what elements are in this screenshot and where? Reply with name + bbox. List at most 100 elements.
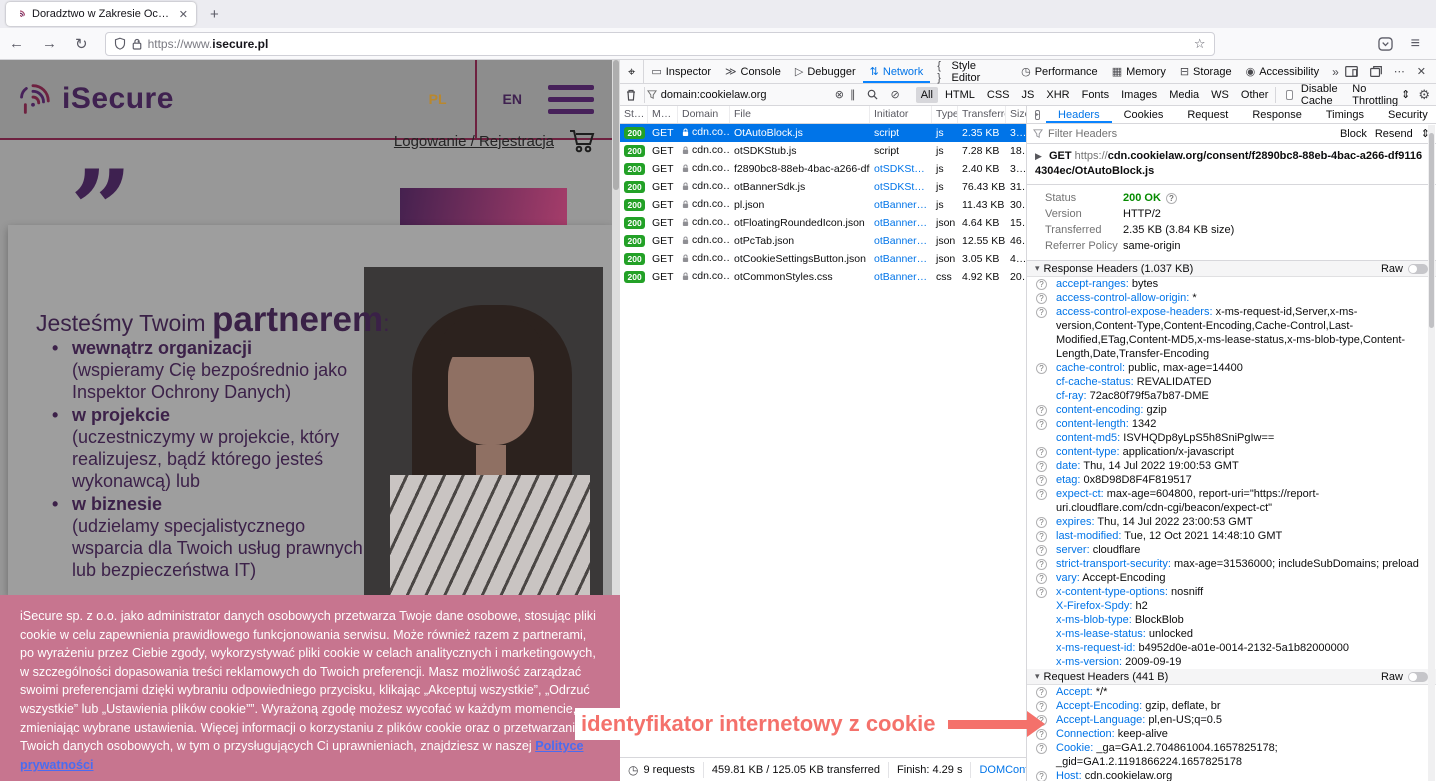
raw-toggle-switch[interactable] xyxy=(1408,264,1428,274)
header-row[interactable]: ? Cookie: _ga=GA1.2.704861004.1657825178… xyxy=(1027,741,1436,769)
header-info-icon[interactable]: ? xyxy=(1036,307,1047,318)
raw-toggle-switch[interactable] xyxy=(1408,672,1428,682)
site-logo[interactable]: iSecure xyxy=(12,76,174,122)
header-info-icon[interactable]: ? xyxy=(1036,573,1047,584)
devtools-tab[interactable]: ≫ Console xyxy=(718,60,788,83)
request-url-block[interactable]: ▶ GET https://cdn.cookielaw.org/consent/… xyxy=(1027,144,1436,185)
url-text[interactable]: https://www.isecure.pl xyxy=(148,37,269,51)
header-row[interactable]: ? cache-control: public, max-age=14400 xyxy=(1027,361,1436,375)
header-row[interactable]: ? x-ms-version: 2009-09-19 xyxy=(1027,655,1436,669)
header-row[interactable]: ? Accept: */* xyxy=(1027,685,1436,699)
pause-traffic-icon[interactable]: ∥ xyxy=(844,88,862,101)
col-transferred[interactable]: Transferred xyxy=(958,106,1006,123)
col-initiator[interactable]: Initiator xyxy=(870,106,932,123)
header-row[interactable]: ? Accept-Encoding: gzip, deflate, br xyxy=(1027,699,1436,713)
devtools-tab[interactable]: ◉ Accessibility xyxy=(1239,60,1327,83)
separate-window-icon[interactable] xyxy=(1370,66,1382,77)
type-filter-button[interactable]: Media xyxy=(1164,87,1204,103)
request-row[interactable]: 200 GET cdn.co… otPcTab.json otBanner… j… xyxy=(620,232,1026,250)
filter-headers-placeholder[interactable]: Filter Headers xyxy=(1048,128,1117,140)
detail-tab[interactable]: Request xyxy=(1175,106,1240,123)
header-row[interactable]: ? content-length: 1342 xyxy=(1027,417,1436,431)
responsive-mode-icon[interactable] xyxy=(1345,66,1358,77)
header-row[interactable]: ? cf-cache-status: REVALIDATED xyxy=(1027,375,1436,389)
header-row[interactable]: ? Accept-Language: pl,en-US;q=0.5 xyxy=(1027,713,1436,727)
twisty-icon[interactable]: ▶ xyxy=(1035,151,1042,161)
header-info-icon[interactable]: ? xyxy=(1036,293,1047,304)
type-filter-button[interactable]: XHR xyxy=(1041,87,1074,103)
detail-tab[interactable]: Timings xyxy=(1314,106,1376,123)
header-row[interactable]: ? Host: cdn.cookielaw.org xyxy=(1027,769,1436,781)
header-row[interactable]: ? access-control-expose-headers: x-ms-re… xyxy=(1027,305,1436,361)
header-info-icon[interactable]: ? xyxy=(1036,475,1047,486)
response-headers-section[interactable]: ▾ Response Headers (1.037 KB) Raw xyxy=(1027,261,1436,277)
type-filter-button[interactable]: Fonts xyxy=(1077,87,1115,103)
search-icon[interactable] xyxy=(861,89,884,100)
detail-tab[interactable]: Cookies xyxy=(1112,106,1176,123)
header-row[interactable]: ? access-control-allow-origin: * xyxy=(1027,291,1436,305)
header-info-icon[interactable]: ? xyxy=(1036,279,1047,290)
header-row[interactable]: ? last-modified: Tue, 12 Oct 2021 14:48:… xyxy=(1027,529,1436,543)
request-row[interactable]: 200 GET cdn.co… otSDKStub.js script js 7… xyxy=(620,142,1026,160)
header-info-icon[interactable]: ? xyxy=(1036,363,1047,374)
throttling-select[interactable]: No Throttling⇕ xyxy=(1352,83,1410,107)
detail-tab[interactable]: Headers xyxy=(1046,106,1112,123)
header-row[interactable]: ? Connection: keep-alive xyxy=(1027,727,1436,741)
header-info-icon[interactable]: ? xyxy=(1036,545,1047,556)
reload-button[interactable]: ↻ xyxy=(66,35,97,53)
header-row[interactable]: ? content-md5: ISVHQDp8yLpS5h8SniPgIw== xyxy=(1027,431,1436,445)
shield-icon[interactable] xyxy=(114,37,126,50)
network-settings-gear-icon[interactable]: ⚙ xyxy=(1418,87,1430,103)
header-row[interactable]: ? strict-transport-security: max-age=315… xyxy=(1027,557,1436,571)
more-tabs-chevron-icon[interactable]: » xyxy=(1326,65,1345,79)
meatball-menu-icon[interactable]: ⋯ xyxy=(1394,65,1405,78)
header-info-icon[interactable]: ? xyxy=(1036,489,1047,500)
type-filter-button[interactable]: Images xyxy=(1116,87,1162,103)
request-row[interactable]: 200 GET cdn.co… otCookieSettingsButton.j… xyxy=(620,250,1026,268)
header-row[interactable]: ? x-ms-lease-status: unlocked xyxy=(1027,627,1436,641)
block-button[interactable]: Block xyxy=(1340,128,1367,140)
type-filter-button[interactable]: JS xyxy=(1017,87,1040,103)
header-info-icon[interactable]: ? xyxy=(1036,531,1047,542)
header-info-icon[interactable]: ? xyxy=(1036,447,1047,458)
header-info-icon[interactable]: ? xyxy=(1036,405,1047,416)
devtools-tab[interactable]: ⇅ Network xyxy=(863,60,931,83)
devtools-tab[interactable]: ⊟ Storage xyxy=(1173,60,1239,83)
header-row[interactable]: ? expires: Thu, 14 Jul 2022 23:00:53 GMT xyxy=(1027,515,1436,529)
header-row[interactable]: ? expect-ct: max-age=604800, report-uri=… xyxy=(1027,487,1436,515)
cart-icon[interactable] xyxy=(568,128,598,154)
col-size[interactable]: Size xyxy=(1006,106,1026,123)
request-row[interactable]: 200 GET cdn.co… otFloatingRoundedIcon.js… xyxy=(620,214,1026,232)
bookmark-star-icon[interactable]: ☆ xyxy=(1194,36,1206,52)
type-filter-button[interactable]: HTML xyxy=(940,87,980,103)
type-filter-button[interactable]: WS xyxy=(1206,87,1234,103)
header-row[interactable]: ? x-ms-request-id: b4952d0e-a01e-0014-21… xyxy=(1027,641,1436,655)
tab-close-icon[interactable]: ✕ xyxy=(179,8,188,21)
back-button[interactable]: ← xyxy=(0,35,33,52)
info-question-icon[interactable]: ? xyxy=(1166,193,1177,204)
type-filter-button[interactable]: CSS xyxy=(982,87,1015,103)
clear-requests-icon[interactable] xyxy=(620,89,642,101)
devtools-tab[interactable]: ◷ Performance xyxy=(1014,60,1105,83)
pick-element-icon[interactable]: ⌖ xyxy=(620,60,644,83)
new-tab-button[interactable]: + xyxy=(200,6,229,23)
site-menu-icon[interactable] xyxy=(548,85,594,114)
section-twisty-icon[interactable]: ▾ xyxy=(1035,671,1040,682)
header-info-icon[interactable]: ? xyxy=(1036,743,1047,754)
devtools-tab[interactable]: ▷ Debugger xyxy=(788,60,863,83)
lock-icon[interactable] xyxy=(132,38,142,50)
col-type[interactable]: Type xyxy=(932,106,958,123)
request-row[interactable]: 200 GET cdn.co… f2890bc8-88eb-4bac-a266-… xyxy=(620,160,1026,178)
header-row[interactable]: ? etag: 0x8D98D8F4F819517 xyxy=(1027,473,1436,487)
login-register-link[interactable]: Logowanie / Rejestracja xyxy=(394,133,554,150)
col-file[interactable]: File xyxy=(730,106,870,123)
devtools-tab[interactable]: ▦ Memory xyxy=(1105,60,1173,83)
header-info-icon[interactable]: ? xyxy=(1036,687,1047,698)
disable-cache-label[interactable]: Disable Cache xyxy=(1301,83,1344,107)
site-scrollbar[interactable] xyxy=(612,60,620,595)
header-row[interactable]: ? date: Thu, 14 Jul 2022 19:00:53 GMT xyxy=(1027,459,1436,473)
header-row[interactable]: ? content-type: application/x-javascript xyxy=(1027,445,1436,459)
type-filter-button[interactable]: Other xyxy=(1236,87,1274,103)
devtools-tab[interactable]: { } Style Editor xyxy=(930,60,1014,83)
header-row[interactable]: ? X-Firefox-Spdy: h2 xyxy=(1027,599,1436,613)
